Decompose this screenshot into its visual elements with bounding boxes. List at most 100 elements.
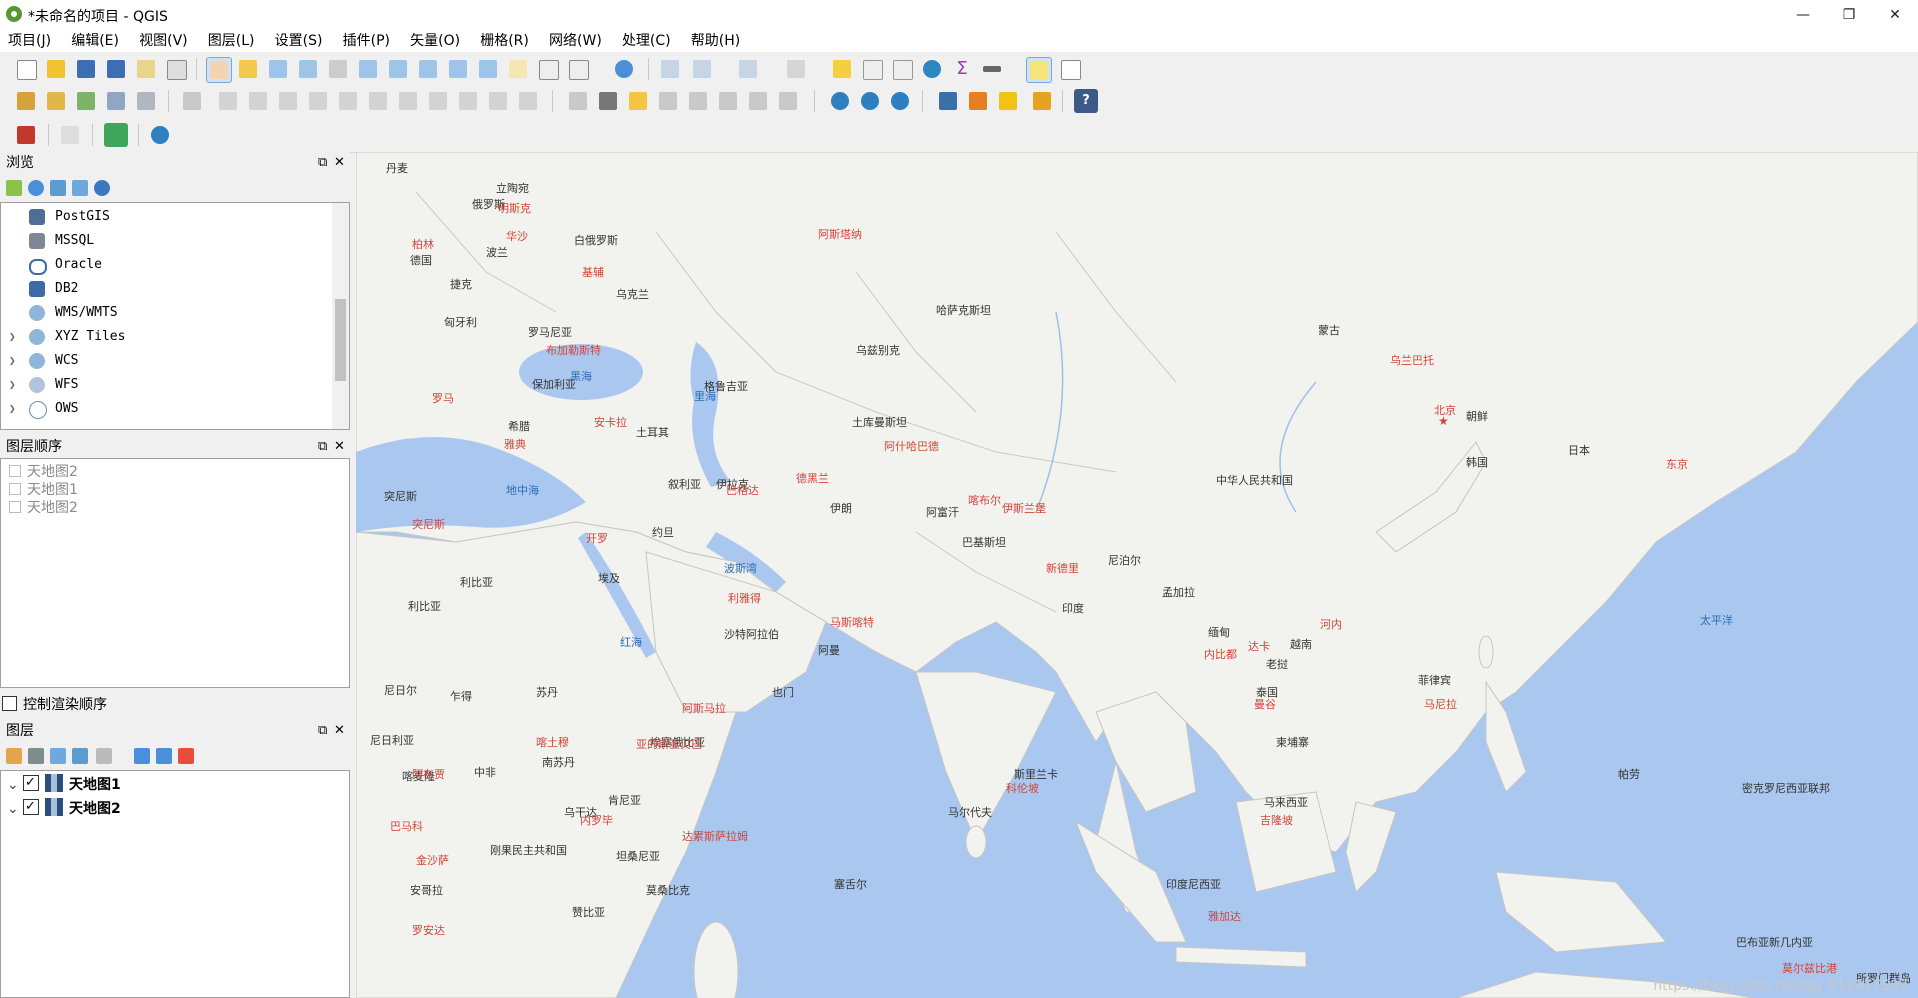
plugin-figure-icon[interactable] xyxy=(966,89,990,113)
zoom-selection-icon[interactable] xyxy=(386,57,410,81)
vertex-tool-icon[interactable] xyxy=(306,89,330,113)
remove-layer-icon[interactable] xyxy=(178,748,194,764)
metasearch-icon[interactable] xyxy=(828,89,852,113)
show-hide-labels-icon[interactable] xyxy=(686,89,710,113)
world-icon[interactable] xyxy=(148,123,172,147)
menu-edit[interactable]: 编辑(E) xyxy=(63,30,127,52)
save-project-icon[interactable] xyxy=(74,57,98,81)
filter-legend-icon[interactable] xyxy=(72,748,88,764)
select-by-value-icon[interactable] xyxy=(784,57,808,81)
deselect-icon[interactable] xyxy=(830,57,854,81)
zoom-native-icon[interactable] xyxy=(326,57,350,81)
pan-to-selection-icon[interactable] xyxy=(236,57,260,81)
dock-float-icon[interactable]: ⧉ xyxy=(318,436,327,458)
expand-all-icon[interactable] xyxy=(134,748,150,764)
menu-raster[interactable]: 栅格(R) xyxy=(472,30,537,52)
expand-arrow-icon[interactable]: ❯ xyxy=(9,373,16,397)
layer-order-item[interactable]: 天地图2 xyxy=(9,499,78,517)
help-icon[interactable]: ? xyxy=(1074,89,1098,113)
new-project-icon[interactable] xyxy=(14,57,38,81)
refresh-browser-icon[interactable] xyxy=(28,180,44,196)
layer-item[interactable]: ⌄ 天地图1 xyxy=(7,771,121,797)
dock-close-icon[interactable]: ✕ xyxy=(334,436,345,458)
dock-close-icon[interactable]: ✕ xyxy=(334,152,345,174)
digitize-icon[interactable] xyxy=(104,89,128,113)
checkbox-icon[interactable] xyxy=(9,501,21,513)
zoom-out-icon[interactable] xyxy=(296,57,320,81)
text-annotation-icon[interactable] xyxy=(1058,57,1082,81)
rotate-label-icon[interactable] xyxy=(746,89,770,113)
pin-labels-icon[interactable] xyxy=(656,89,680,113)
measure-icon[interactable] xyxy=(980,57,1004,81)
layer-order-item[interactable]: 天地图1 xyxy=(9,481,78,499)
refresh-icon[interactable] xyxy=(612,57,636,81)
paste-icon[interactable] xyxy=(456,89,480,113)
actions-icon[interactable] xyxy=(690,57,714,81)
map-canvas[interactable]: 丹麦 立陶宛 俄罗斯 白俄罗斯 德国 波兰 乌克兰 捷克 匈牙利 罗马尼亚 保加… xyxy=(356,152,1918,998)
collapse-all-icon[interactable] xyxy=(72,180,88,196)
menu-project[interactable]: 项目(J) xyxy=(0,30,59,52)
processing-toolbox-icon[interactable] xyxy=(920,57,944,81)
maximize-button[interactable]: ❐ xyxy=(1826,0,1872,30)
undo-icon[interactable] xyxy=(486,89,510,113)
select-features-icon[interactable] xyxy=(736,57,760,81)
new-print-layout-icon[interactable] xyxy=(134,57,158,81)
plugin-person-icon[interactable] xyxy=(1030,89,1054,113)
plugin-chart-icon[interactable] xyxy=(996,89,1020,113)
data-source-manager-icon[interactable] xyxy=(14,89,38,113)
menu-web[interactable]: 网络(W) xyxy=(541,30,610,52)
scrollbar-thumb[interactable] xyxy=(335,299,346,381)
close-button[interactable]: ✕ xyxy=(1872,0,1918,30)
dock-float-icon[interactable]: ⧉ xyxy=(318,152,327,174)
color-palette-icon[interactable] xyxy=(14,123,38,147)
change-label-icon[interactable] xyxy=(776,89,800,113)
layer-visibility-checkbox[interactable] xyxy=(23,771,39,795)
bookmarks-manager-icon[interactable] xyxy=(566,57,590,81)
add-group-icon[interactable] xyxy=(28,748,44,764)
info-icon[interactable] xyxy=(94,180,110,196)
new-geopackage-icon[interactable] xyxy=(44,89,68,113)
attribute-table-icon[interactable] xyxy=(860,57,884,81)
move-label-icon[interactable] xyxy=(716,89,740,113)
copy-icon[interactable] xyxy=(426,89,450,113)
current-edits-icon[interactable] xyxy=(180,89,204,113)
expand-arrow-icon[interactable]: ❯ xyxy=(9,349,16,373)
layer-labeling-icon[interactable] xyxy=(596,89,620,113)
toggle-editing-icon[interactable] xyxy=(216,89,240,113)
add-feature-icon[interactable] xyxy=(276,89,300,113)
delete-icon[interactable] xyxy=(366,89,390,113)
identify-icon[interactable] xyxy=(658,57,682,81)
python-console-icon[interactable] xyxy=(936,89,960,113)
layer-item[interactable]: ⌄ 天地图2 xyxy=(7,795,121,821)
cut-icon[interactable] xyxy=(396,89,420,113)
checkbox-icon[interactable] xyxy=(9,465,21,477)
temporary-layer-icon[interactable] xyxy=(134,89,158,113)
menu-settings[interactable]: 设置(S) xyxy=(267,30,331,52)
minimize-button[interactable]: — xyxy=(1780,0,1826,30)
expand-arrow-icon[interactable]: ❯ xyxy=(9,397,16,421)
zoom-full-icon[interactable] xyxy=(356,57,380,81)
cursor-tool-icon[interactable] xyxy=(58,123,82,147)
collapse-arrow-icon[interactable]: ⌄ xyxy=(7,773,23,797)
dock-close-icon[interactable]: ✕ xyxy=(334,720,345,742)
checkbox-icon[interactable] xyxy=(9,483,21,495)
layer-styling-icon[interactable] xyxy=(6,748,22,764)
zoom-next-icon[interactable] xyxy=(476,57,500,81)
collapse-all-layers-icon[interactable] xyxy=(156,748,172,764)
menu-view[interactable]: 视图(V) xyxy=(131,30,196,52)
collapse-arrow-icon[interactable]: ⌄ xyxy=(7,797,23,821)
zoom-layer-icon[interactable] xyxy=(416,57,440,81)
control-render-order[interactable]: 控制渲染顺序 xyxy=(0,694,107,716)
expand-arrow-icon[interactable]: ❯ xyxy=(9,325,16,349)
new-map-view-icon[interactable] xyxy=(506,57,530,81)
filter-icon[interactable] xyxy=(50,180,66,196)
field-calculator-icon[interactable] xyxy=(890,57,914,81)
manage-map-themes-icon[interactable] xyxy=(50,748,66,764)
layer-order-item[interactable]: 天地图2 xyxy=(9,463,78,481)
save-edits-icon[interactable] xyxy=(246,89,270,113)
add-vector-icon[interactable] xyxy=(74,89,98,113)
menu-layer[interactable]: 图层(L) xyxy=(200,30,263,52)
zoom-in-icon[interactable] xyxy=(266,57,290,81)
bookmark-icon[interactable] xyxy=(536,57,560,81)
label-highlight-icon[interactable] xyxy=(626,89,650,113)
